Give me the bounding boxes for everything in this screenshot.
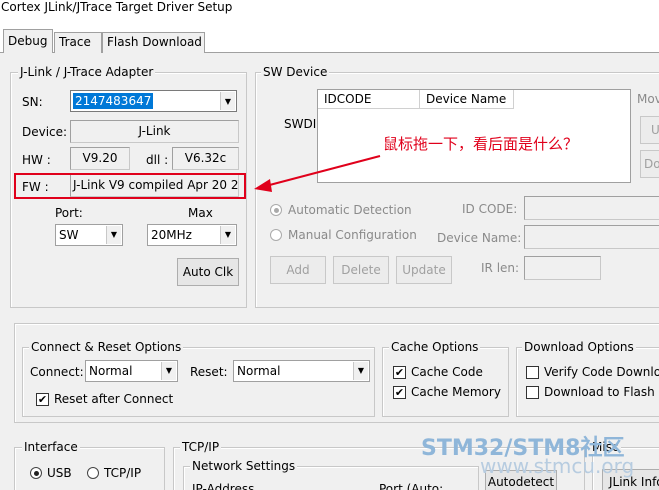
connect-label: Connect: — [30, 365, 84, 379]
download-options-group-title: Download Options — [522, 340, 636, 354]
reset-after-connect-label: Reset after Connect — [54, 392, 174, 406]
usb-radio[interactable] — [30, 467, 42, 479]
usb-label: USB — [47, 466, 72, 480]
cache-code-label: Cache Code — [411, 365, 483, 379]
cache-options-group — [382, 347, 509, 417]
cache-code-checkbox[interactable]: ✔ — [393, 366, 406, 379]
port-auto-label: Port (Auto: — [379, 482, 444, 490]
chevron-down-icon[interactable]: ▼ — [161, 362, 176, 380]
watermark-url: www.stmcu.org — [480, 454, 635, 478]
reset-value: Normal — [237, 364, 281, 378]
download-options-group — [516, 347, 659, 417]
tcpip-radio[interactable] — [87, 467, 99, 479]
network-settings-title: Network Settings — [190, 459, 298, 473]
connect-reset-group — [22, 347, 375, 417]
tab-debug[interactable]: Debug — [3, 29, 53, 53]
tcpip-group-title: TCP/IP — [180, 440, 222, 454]
tcpip-label: TCP/IP — [104, 466, 142, 480]
ip-address-label: IP-Address — [192, 482, 255, 490]
cache-memory-label: Cache Memory — [411, 385, 501, 399]
reset-label: Reset: — [190, 365, 228, 379]
chevron-down-icon[interactable]: ▼ — [353, 362, 368, 380]
reset-after-connect-checkbox[interactable]: ✔ — [36, 393, 49, 406]
connect-reset-group-title: Connect & Reset Options — [29, 340, 184, 354]
verify-download-label: Verify Code Downlo — [544, 365, 659, 379]
connect-select[interactable]: Normal ▼ — [85, 360, 178, 382]
interface-group-title: Interface — [22, 440, 80, 454]
cache-options-group-title: Cache Options — [389, 340, 481, 354]
download-to-flash-label: Download to Flash — [544, 385, 655, 399]
download-to-flash-checkbox[interactable] — [526, 386, 539, 399]
verify-download-checkbox[interactable] — [526, 366, 539, 379]
connect-value: Normal — [89, 364, 133, 378]
cache-memory-checkbox[interactable]: ✔ — [393, 386, 406, 399]
reset-select[interactable]: Normal ▼ — [233, 360, 370, 382]
